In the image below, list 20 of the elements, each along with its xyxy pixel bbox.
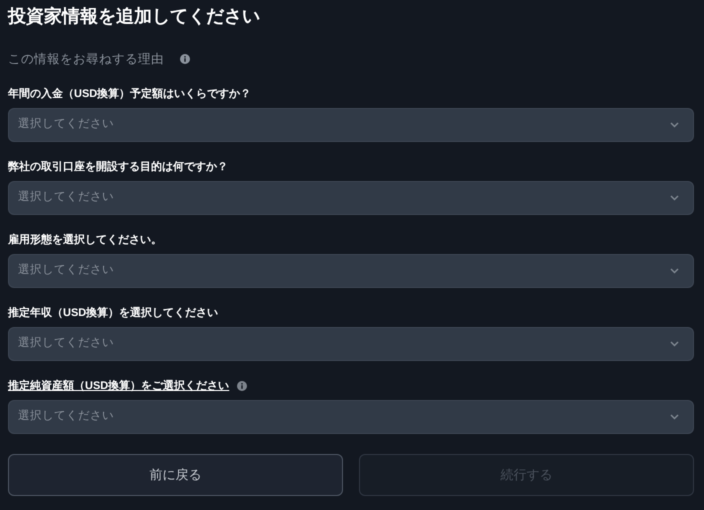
reason-text: この情報をお尋ねする理由: [8, 50, 164, 68]
field-label: 年間の入金（USD換算）予定額はいくらですか？: [8, 86, 252, 102]
select-field[interactable]: 選択してください: [8, 400, 694, 434]
chevron-down-icon: [670, 122, 679, 128]
info-icon[interactable]: [237, 381, 248, 391]
select-field[interactable]: 選択してください: [8, 254, 694, 288]
field-label: 推定年収（USD換算）を選択してください: [8, 306, 218, 321]
page-title: 投資家情報を追加してください: [8, 5, 261, 28]
select-field[interactable]: 選択してください: [8, 108, 694, 142]
info-icon[interactable]: [180, 54, 190, 64]
select-field[interactable]: 選択してください: [8, 327, 694, 361]
back-button[interactable]: 前に戻る: [8, 454, 343, 496]
field-label: 弊社の取引口座を開設する目的は何ですか？: [8, 160, 228, 175]
chevron-down-icon: [670, 341, 679, 347]
field-label: 推定純資産額（USD換算）をご選択ください: [8, 378, 230, 394]
chevron-down-icon: [670, 195, 679, 201]
field-label: 雇用形態を選択してください。: [8, 232, 162, 248]
chevron-down-icon: [670, 414, 679, 420]
select-field[interactable]: 選択してください: [8, 181, 694, 215]
chevron-down-icon: [670, 268, 679, 274]
